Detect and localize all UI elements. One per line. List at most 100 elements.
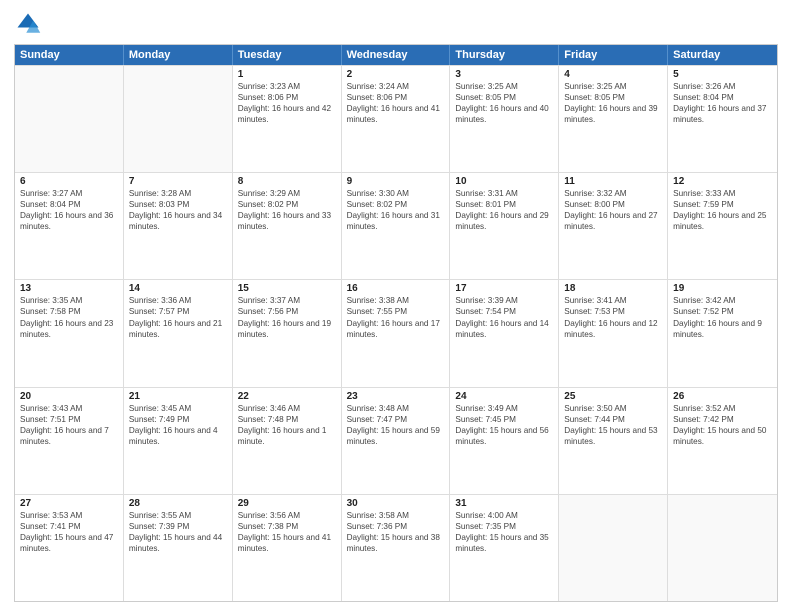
daylight-line: Daylight: 16 hours and 31 minutes. — [347, 210, 445, 232]
header-day-wednesday: Wednesday — [342, 45, 451, 65]
day-number: 31 — [455, 498, 553, 509]
sunrise-line: Sunrise: 3:25 AM — [455, 81, 553, 92]
sunset-line: Sunset: 7:54 PM — [455, 306, 553, 317]
calendar-row-4: 20Sunrise: 3:43 AMSunset: 7:51 PMDayligh… — [15, 387, 777, 494]
day-cell-4: 4Sunrise: 3:25 AMSunset: 8:05 PMDaylight… — [559, 66, 668, 172]
sunrise-line: Sunrise: 3:48 AM — [347, 403, 445, 414]
calendar-row-5: 27Sunrise: 3:53 AMSunset: 7:41 PMDayligh… — [15, 494, 777, 601]
sunrise-line: Sunrise: 3:35 AM — [20, 295, 118, 306]
day-number: 8 — [238, 176, 336, 187]
day-cell-23: 23Sunrise: 3:48 AMSunset: 7:47 PMDayligh… — [342, 388, 451, 494]
sunset-line: Sunset: 8:04 PM — [20, 199, 118, 210]
sunset-line: Sunset: 7:58 PM — [20, 306, 118, 317]
daylight-line: Daylight: 15 hours and 47 minutes. — [20, 532, 118, 554]
daylight-line: Daylight: 16 hours and 37 minutes. — [673, 103, 772, 125]
sunset-line: Sunset: 7:48 PM — [238, 414, 336, 425]
calendar-header: SundayMondayTuesdayWednesdayThursdayFrid… — [15, 45, 777, 65]
page-header — [14, 10, 778, 38]
sunrise-line: Sunrise: 3:45 AM — [129, 403, 227, 414]
sunrise-line: Sunrise: 3:28 AM — [129, 188, 227, 199]
daylight-line: Daylight: 15 hours and 50 minutes. — [673, 425, 772, 447]
sunrise-line: Sunrise: 3:53 AM — [20, 510, 118, 521]
sunrise-line: Sunrise: 3:32 AM — [564, 188, 662, 199]
daylight-line: Daylight: 16 hours and 40 minutes. — [455, 103, 553, 125]
header-day-friday: Friday — [559, 45, 668, 65]
day-number: 7 — [129, 176, 227, 187]
sunrise-line: Sunrise: 3:55 AM — [129, 510, 227, 521]
day-number: 18 — [564, 283, 662, 294]
day-number: 29 — [238, 498, 336, 509]
calendar-row-1: 1Sunrise: 3:23 AMSunset: 8:06 PMDaylight… — [15, 65, 777, 172]
daylight-line: Daylight: 16 hours and 42 minutes. — [238, 103, 336, 125]
day-number: 1 — [238, 69, 336, 80]
day-cell-7: 7Sunrise: 3:28 AMSunset: 8:03 PMDaylight… — [124, 173, 233, 279]
sunrise-line: Sunrise: 3:39 AM — [455, 295, 553, 306]
day-cell-13: 13Sunrise: 3:35 AMSunset: 7:58 PMDayligh… — [15, 280, 124, 386]
sunset-line: Sunset: 7:57 PM — [129, 306, 227, 317]
day-cell-31: 31Sunrise: 4:00 AMSunset: 7:35 PMDayligh… — [450, 495, 559, 601]
day-number: 28 — [129, 498, 227, 509]
day-cell-20: 20Sunrise: 3:43 AMSunset: 7:51 PMDayligh… — [15, 388, 124, 494]
sunrise-line: Sunrise: 3:50 AM — [564, 403, 662, 414]
sunrise-line: Sunrise: 3:26 AM — [673, 81, 772, 92]
day-number: 24 — [455, 391, 553, 402]
header-day-thursday: Thursday — [450, 45, 559, 65]
sunset-line: Sunset: 7:41 PM — [20, 521, 118, 532]
sunset-line: Sunset: 7:35 PM — [455, 521, 553, 532]
daylight-line: Daylight: 16 hours and 29 minutes. — [455, 210, 553, 232]
empty-cell-4-6 — [668, 495, 777, 601]
sunset-line: Sunset: 7:51 PM — [20, 414, 118, 425]
calendar: SundayMondayTuesdayWednesdayThursdayFrid… — [14, 44, 778, 602]
day-cell-9: 9Sunrise: 3:30 AMSunset: 8:02 PMDaylight… — [342, 173, 451, 279]
daylight-line: Daylight: 15 hours and 56 minutes. — [455, 425, 553, 447]
sunset-line: Sunset: 7:42 PM — [673, 414, 772, 425]
day-number: 19 — [673, 283, 772, 294]
daylight-line: Daylight: 16 hours and 9 minutes. — [673, 318, 772, 340]
day-number: 25 — [564, 391, 662, 402]
day-number: 17 — [455, 283, 553, 294]
day-number: 11 — [564, 176, 662, 187]
sunset-line: Sunset: 7:59 PM — [673, 199, 772, 210]
day-cell-8: 8Sunrise: 3:29 AMSunset: 8:02 PMDaylight… — [233, 173, 342, 279]
daylight-line: Daylight: 16 hours and 17 minutes. — [347, 318, 445, 340]
day-cell-28: 28Sunrise: 3:55 AMSunset: 7:39 PMDayligh… — [124, 495, 233, 601]
sunset-line: Sunset: 7:56 PM — [238, 306, 336, 317]
sunrise-line: Sunrise: 3:30 AM — [347, 188, 445, 199]
daylight-line: Daylight: 16 hours and 41 minutes. — [347, 103, 445, 125]
daylight-line: Daylight: 16 hours and 1 minute. — [238, 425, 336, 447]
sunrise-line: Sunrise: 3:36 AM — [129, 295, 227, 306]
empty-cell-0-0 — [15, 66, 124, 172]
sunset-line: Sunset: 7:38 PM — [238, 521, 336, 532]
sunset-line: Sunset: 7:36 PM — [347, 521, 445, 532]
empty-cell-0-1 — [124, 66, 233, 172]
daylight-line: Daylight: 16 hours and 25 minutes. — [673, 210, 772, 232]
day-number: 5 — [673, 69, 772, 80]
sunset-line: Sunset: 7:52 PM — [673, 306, 772, 317]
daylight-line: Daylight: 16 hours and 14 minutes. — [455, 318, 553, 340]
day-cell-17: 17Sunrise: 3:39 AMSunset: 7:54 PMDayligh… — [450, 280, 559, 386]
day-number: 9 — [347, 176, 445, 187]
calendar-row-3: 13Sunrise: 3:35 AMSunset: 7:58 PMDayligh… — [15, 279, 777, 386]
daylight-line: Daylight: 16 hours and 33 minutes. — [238, 210, 336, 232]
day-number: 3 — [455, 69, 553, 80]
day-cell-12: 12Sunrise: 3:33 AMSunset: 7:59 PMDayligh… — [668, 173, 777, 279]
sunrise-line: Sunrise: 3:27 AM — [20, 188, 118, 199]
daylight-line: Daylight: 15 hours and 41 minutes. — [238, 532, 336, 554]
sunrise-line: Sunrise: 3:49 AM — [455, 403, 553, 414]
day-cell-21: 21Sunrise: 3:45 AMSunset: 7:49 PMDayligh… — [124, 388, 233, 494]
day-number: 14 — [129, 283, 227, 294]
sunset-line: Sunset: 7:44 PM — [564, 414, 662, 425]
header-day-saturday: Saturday — [668, 45, 777, 65]
logo-icon — [14, 10, 42, 38]
sunrise-line: Sunrise: 3:33 AM — [673, 188, 772, 199]
daylight-line: Daylight: 16 hours and 27 minutes. — [564, 210, 662, 232]
daylight-line: Daylight: 15 hours and 35 minutes. — [455, 532, 553, 554]
empty-cell-4-5 — [559, 495, 668, 601]
daylight-line: Daylight: 15 hours and 53 minutes. — [564, 425, 662, 447]
daylight-line: Daylight: 16 hours and 4 minutes. — [129, 425, 227, 447]
sunset-line: Sunset: 7:53 PM — [564, 306, 662, 317]
calendar-row-2: 6Sunrise: 3:27 AMSunset: 8:04 PMDaylight… — [15, 172, 777, 279]
sunrise-line: Sunrise: 3:58 AM — [347, 510, 445, 521]
day-number: 4 — [564, 69, 662, 80]
day-cell-19: 19Sunrise: 3:42 AMSunset: 7:52 PMDayligh… — [668, 280, 777, 386]
